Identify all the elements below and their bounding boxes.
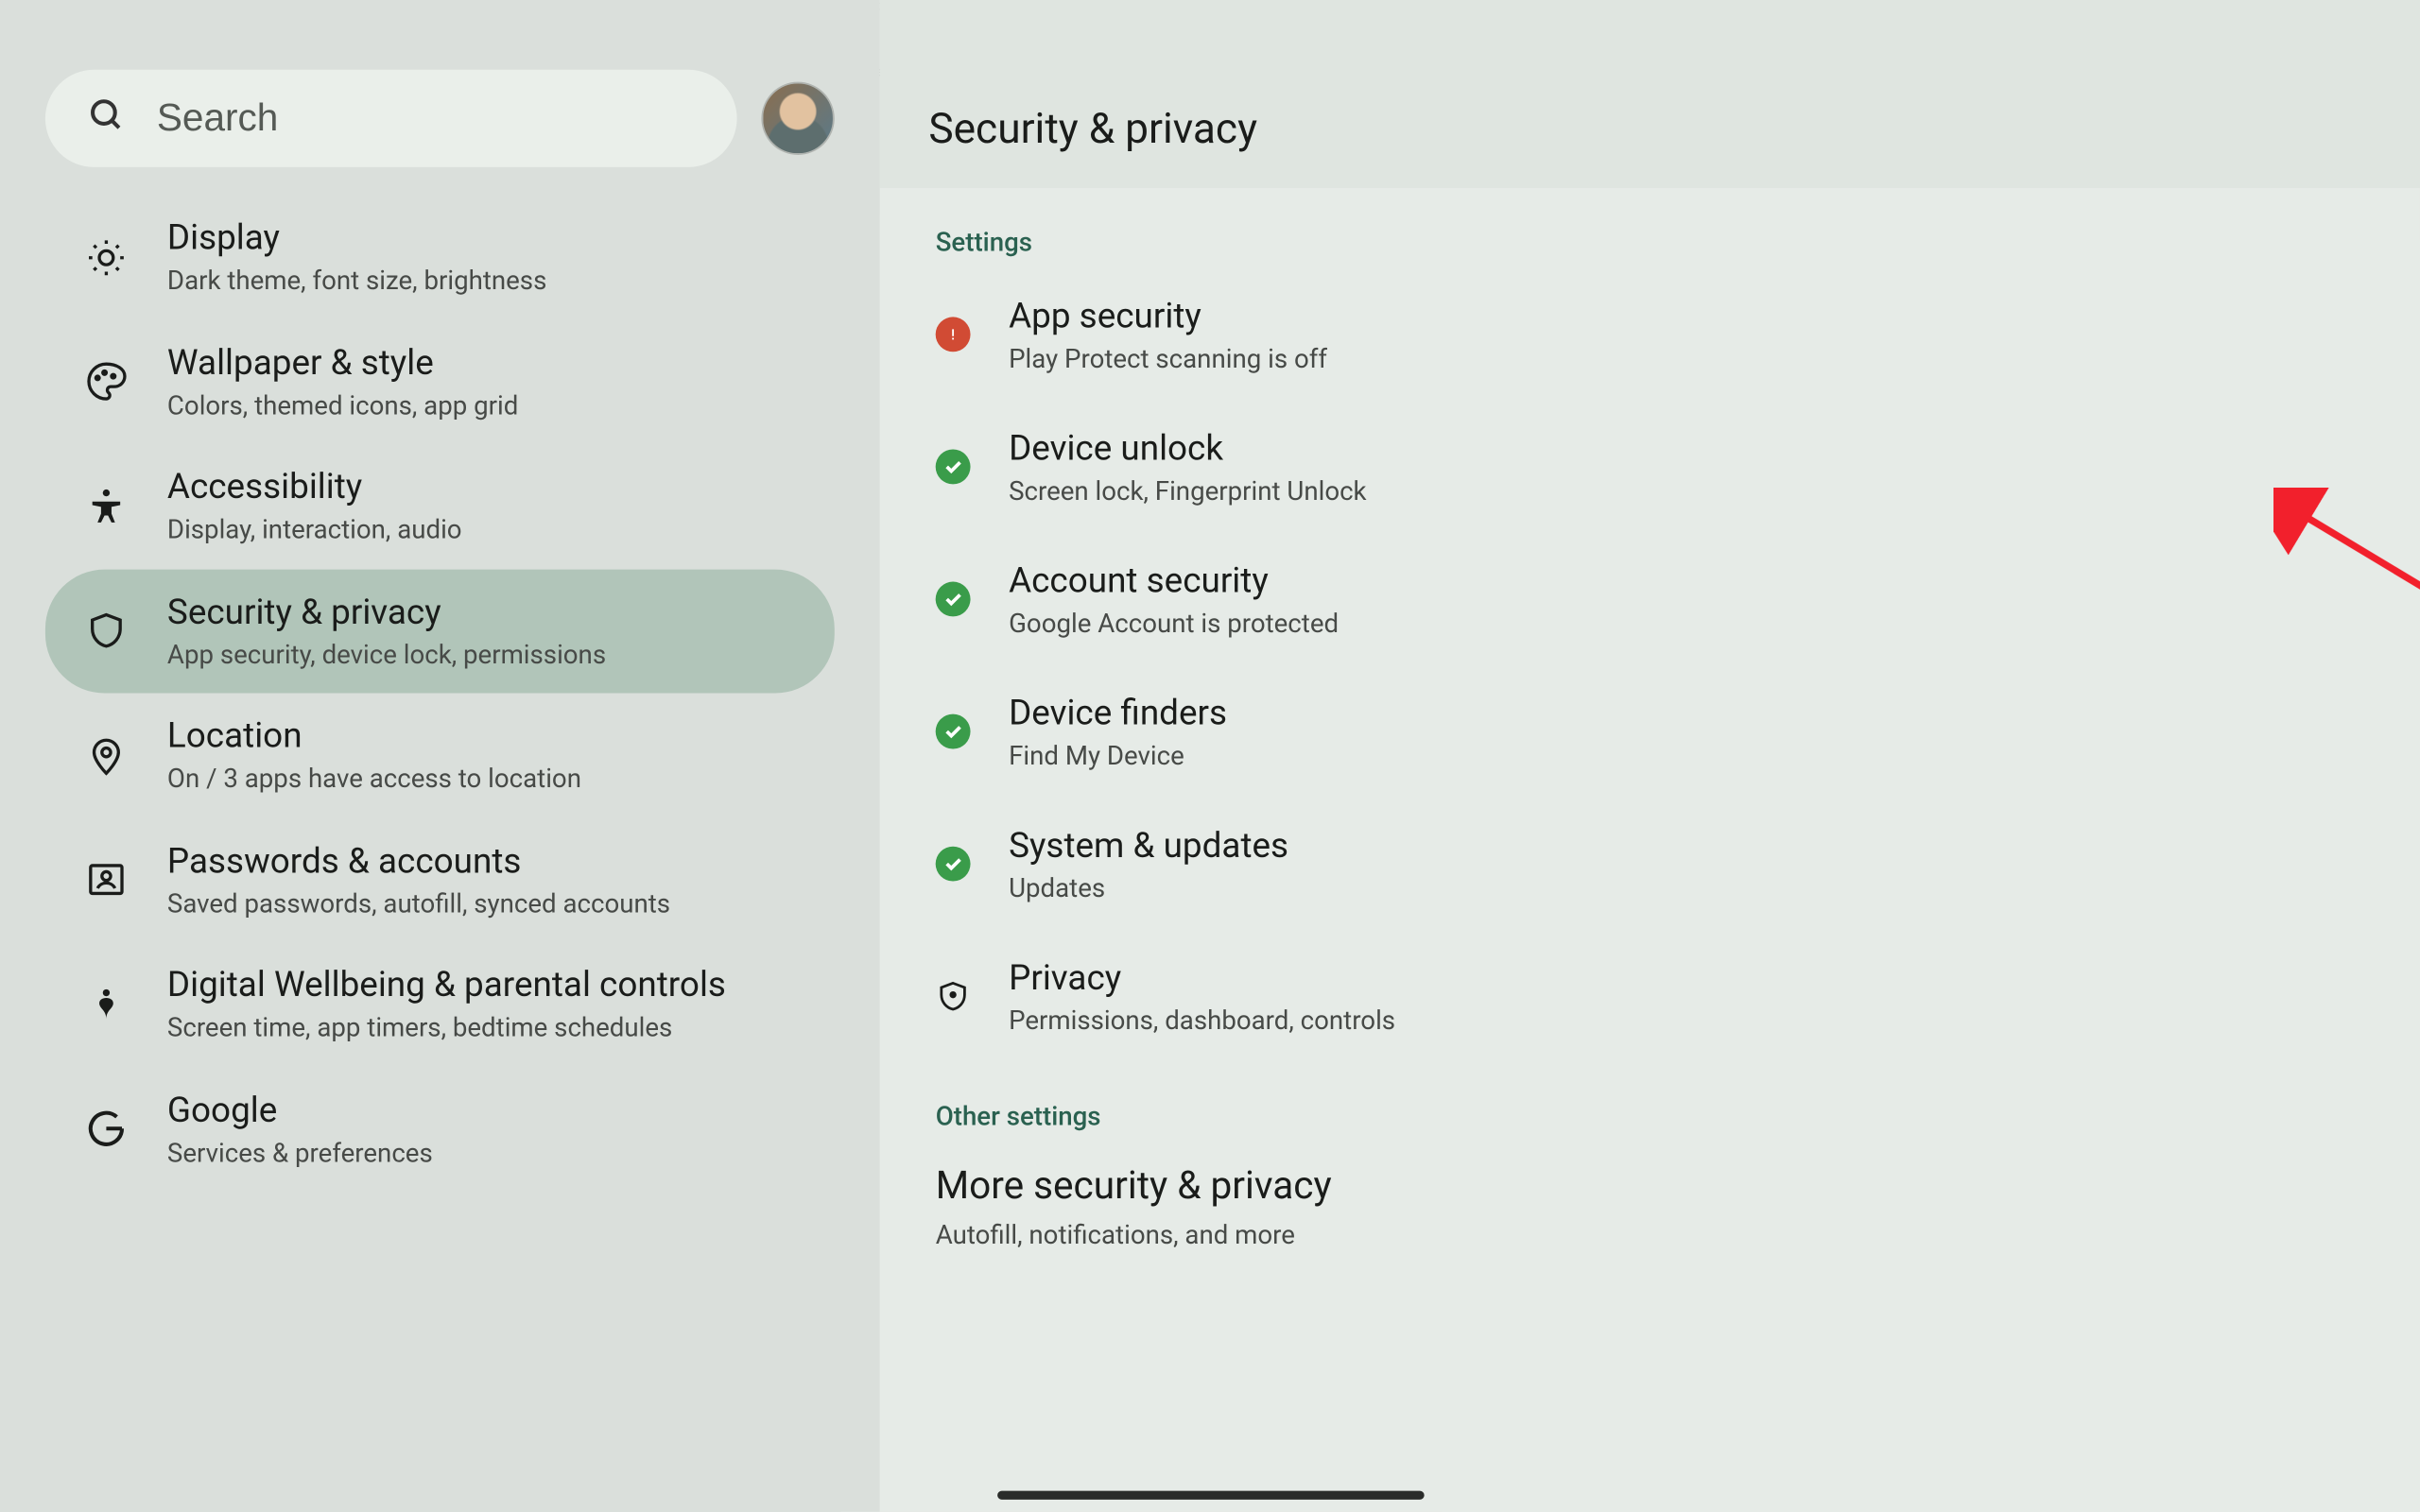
wellbeing-icon [83, 982, 129, 1027]
sidebar-item-sub: Services & preferences [167, 1137, 433, 1171]
sidebar-item-sub: On / 3 apps have access to location [167, 763, 581, 797]
setting-title: App security [1009, 294, 1327, 337]
google-g-icon [83, 1107, 129, 1152]
location-pin-icon [83, 732, 129, 778]
gesture-nav-bar[interactable] [996, 1491, 1424, 1500]
check-icon [936, 847, 971, 882]
setting-more-security[interactable]: More security & privacy Autofill, notifi… [880, 1143, 2420, 1292]
setting-title: Device finders [1009, 692, 1227, 735]
setting-title: Account security [1009, 559, 1339, 603]
sidebar-item-accessibility[interactable]: Accessibility Display, interaction, audi… [45, 444, 835, 569]
sidebar-item-label: Accessibility [167, 465, 462, 508]
palette-icon [83, 359, 129, 404]
profile-avatar[interactable] [761, 82, 834, 155]
search-field[interactable] [45, 70, 737, 167]
sidebar-item-label: Location [167, 714, 581, 758]
sidebar-item-sub: Colors, themed icons, app grid [167, 389, 518, 423]
check-icon [936, 449, 971, 484]
setting-title: Privacy [1009, 956, 1395, 1000]
sidebar-item-display[interactable]: Display Dark theme, font size, brightnes… [45, 195, 835, 319]
sidebar-item-security[interactable]: Security & privacy App security, device … [45, 569, 835, 694]
setting-device-unlock[interactable]: Device unlock Screen lock, Fingerprint U… [880, 401, 2420, 533]
check-icon [936, 582, 971, 617]
page-title: Security & privacy [928, 105, 1257, 154]
sidebar-item-sub: Dark theme, font size, brightness [167, 265, 546, 299]
setting-device-finders[interactable]: Device finders Find My Device [880, 665, 2420, 798]
sidebar-item-wellbeing[interactable]: Digital Wellbeing & parental controls Sc… [45, 942, 835, 1067]
setting-account-security[interactable]: Account security Google Account is prote… [880, 533, 2420, 665]
setting-sub: Find My Device [1009, 740, 1227, 771]
sidebar-item-google[interactable]: Google Services & preferences [45, 1067, 835, 1192]
section-label-settings: Settings [880, 188, 2420, 268]
settings-nav-list: Display Dark theme, font size, brightnes… [0, 188, 880, 1192]
sidebar-item-location[interactable]: Location On / 3 apps have access to loca… [45, 694, 835, 818]
setting-system-updates[interactable]: System & updates Updates [880, 798, 2420, 930]
search-input[interactable] [157, 95, 695, 141]
settings-nav-pane: Display Dark theme, font size, brightnes… [0, 0, 880, 1512]
sidebar-item-label: Passwords & accounts [167, 838, 670, 882]
setting-title: Device unlock [1009, 427, 1366, 471]
accessibility-icon [83, 484, 129, 529]
setting-privacy[interactable]: Privacy Permissions, dashboard, controls [880, 930, 2420, 1062]
setting-sub: Permissions, dashboard, controls [1009, 1005, 1395, 1036]
sidebar-item-label: Google [167, 1088, 433, 1131]
sidebar-item-label: Digital Wellbeing & parental controls [167, 963, 726, 1006]
setting-app-security[interactable]: App security Play Protect scanning is of… [880, 268, 2420, 401]
sidebar-item-passwords[interactable]: Passwords & accounts Saved passwords, au… [45, 817, 835, 942]
detail-header: Security & privacy [880, 0, 2420, 188]
setting-sub: Autofill, notifications, and more [936, 1218, 2364, 1249]
alert-icon [936, 317, 971, 352]
sidebar-item-label: Wallpaper & style [167, 340, 518, 384]
accounts-icon [83, 857, 129, 902]
detail-body: Settings App security Play Protect scann… [880, 188, 2420, 1512]
shield-icon [83, 609, 129, 654]
sidebar-item-sub: Screen time, app timers, bedtime schedul… [167, 1012, 726, 1046]
section-label-other: Other settings [880, 1062, 2420, 1143]
setting-title: More security & privacy [936, 1163, 2364, 1211]
setting-sub: Play Protect scanning is off [1009, 343, 1327, 374]
sidebar-item-label: Security & privacy [167, 590, 606, 633]
sidebar-item-sub: Saved passwords, autofill, synced accoun… [167, 887, 670, 921]
check-icon [936, 714, 971, 749]
sidebar-item-label: Display [167, 216, 546, 260]
detail-pane: Security & privacy Settings App security… [880, 0, 2420, 1512]
privacy-shield-icon [936, 979, 971, 1014]
brightness-icon [83, 234, 129, 280]
sidebar-item-sub: Display, interaction, audio [167, 514, 462, 548]
setting-sub: Updates [1009, 872, 1288, 903]
setting-sub: Google Account is protected [1009, 608, 1339, 639]
setting-title: System & updates [1009, 824, 1288, 868]
search-icon [87, 95, 126, 141]
sidebar-item-wallpaper[interactable]: Wallpaper & style Colors, themed icons, … [45, 319, 835, 444]
setting-sub: Screen lock, Fingerprint Unlock [1009, 475, 1366, 507]
sidebar-item-sub: App security, device lock, permissions [167, 638, 606, 672]
